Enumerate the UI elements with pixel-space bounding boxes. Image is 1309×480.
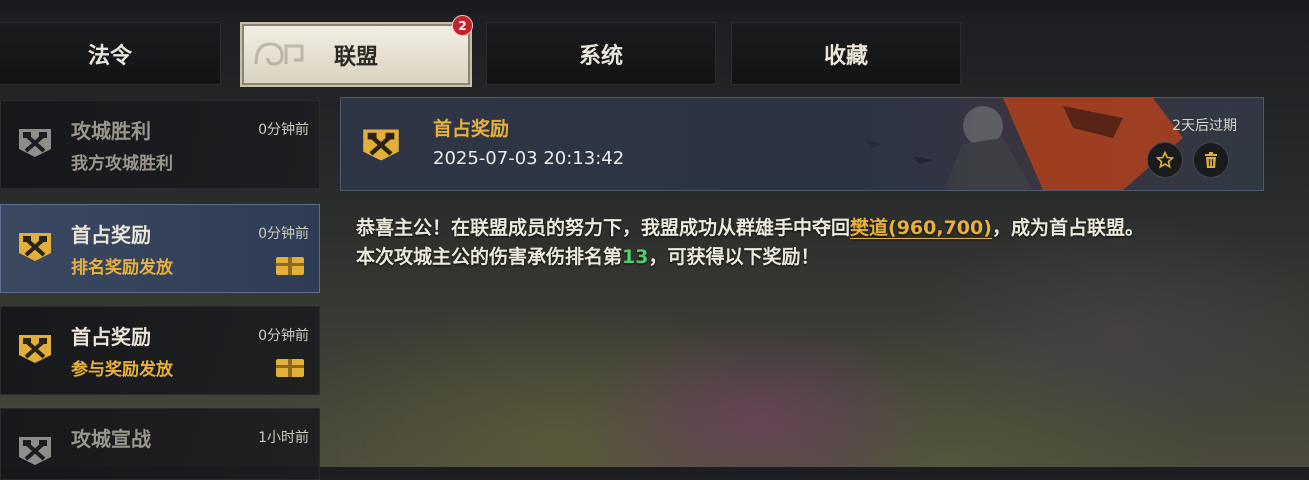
unread-badge: 2 bbox=[452, 15, 473, 36]
message-time: 1小时前 bbox=[258, 430, 309, 446]
cloud-pattern-icon bbox=[254, 42, 304, 66]
body-text: ，成为首占联盟。 bbox=[991, 217, 1144, 239]
location-link[interactable]: 樊道(960,700) bbox=[850, 217, 992, 239]
message-item-selected[interactable]: 首占奖励 排名奖励发放 0分钟前 bbox=[0, 204, 320, 293]
tab-favorites[interactable]: 收藏 bbox=[731, 22, 961, 85]
mail-header: 首占奖励 2025-07-03 20:13:42 2天后过期 bbox=[340, 97, 1264, 191]
expire-label: 2天后过期 bbox=[1172, 118, 1237, 134]
message-time: 0分钟前 bbox=[258, 226, 309, 242]
banner-hammer-icon bbox=[19, 129, 51, 157]
star-icon bbox=[1156, 151, 1174, 169]
message-title: 攻城胜利 bbox=[71, 119, 151, 143]
message-time: 0分钟前 bbox=[258, 328, 309, 344]
rank-value: 13 bbox=[622, 246, 649, 268]
tab-alliance[interactable]: 联盟 bbox=[240, 22, 472, 87]
body-text: 本次攻城主公的伤害承伤排名第 bbox=[356, 246, 623, 268]
message-subtitle: 参与奖励发放 bbox=[71, 360, 173, 380]
banner-hammer-icon bbox=[19, 437, 51, 465]
body-text: ，可获得以下奖励！ bbox=[648, 246, 820, 268]
body-text: 恭喜主公！在联盟成员的努力下，我盟成功从群雄手中夺回 bbox=[356, 217, 851, 239]
gift-icon bbox=[276, 359, 304, 377]
banner-hammer-icon bbox=[19, 233, 51, 261]
tab-decrees[interactable]: 法令 bbox=[0, 22, 221, 85]
tab-system[interactable]: 系统 bbox=[486, 22, 716, 85]
delete-button[interactable] bbox=[1193, 142, 1229, 178]
message-item[interactable]: 攻城胜利 我方攻城胜利 0分钟前 bbox=[0, 100, 320, 189]
tab-label: 法令 bbox=[87, 43, 132, 69]
mail-body: 恭喜主公！在联盟成员的努力下，我盟成功从群雄手中夺回樊道(960,700)，成为… bbox=[356, 214, 1251, 272]
warrior-banner-art bbox=[823, 98, 1263, 190]
tab-label: 联盟 bbox=[333, 44, 378, 70]
favorite-button[interactable] bbox=[1147, 142, 1183, 178]
trash-icon bbox=[1205, 152, 1217, 168]
top-strip bbox=[0, 0, 1309, 14]
mail-title: 首占奖励 bbox=[433, 118, 510, 140]
message-time: 0分钟前 bbox=[258, 122, 309, 138]
message-title: 首占奖励 bbox=[71, 223, 151, 247]
banner-hammer-icon bbox=[19, 335, 51, 363]
message-title: 攻城宣战 bbox=[71, 427, 151, 451]
tab-label: 系统 bbox=[578, 43, 623, 69]
message-subtitle: 我方攻城胜利 bbox=[71, 154, 173, 174]
message-item[interactable]: 首占奖励 参与奖励发放 0分钟前 bbox=[0, 306, 320, 395]
tab-label: 收藏 bbox=[823, 43, 868, 69]
message-item[interactable]: 攻城宣战 1小时前 bbox=[0, 408, 320, 480]
gift-icon bbox=[276, 257, 304, 275]
mail-date: 2025-07-03 20:13:42 bbox=[433, 148, 625, 169]
banner-hammer-icon bbox=[363, 129, 399, 161]
message-title: 首占奖励 bbox=[71, 325, 151, 349]
message-subtitle: 排名奖励发放 bbox=[71, 258, 173, 278]
